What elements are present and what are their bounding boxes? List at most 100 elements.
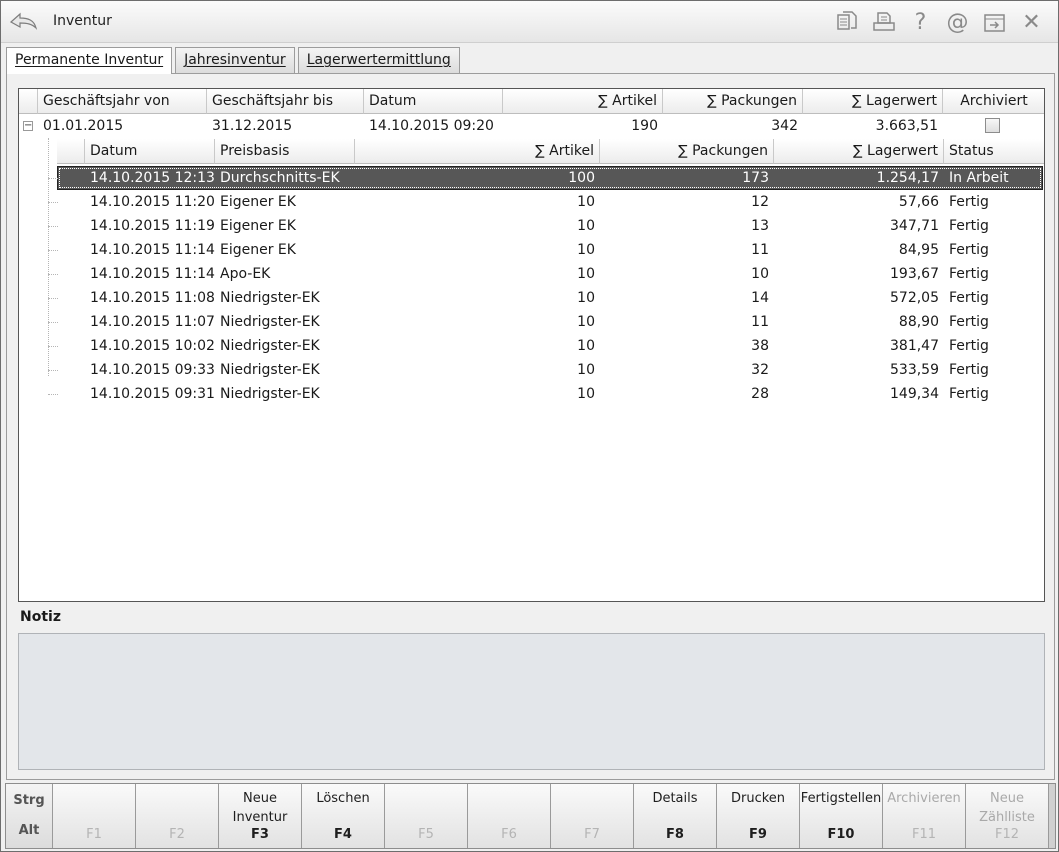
sub-col-header-packungen[interactable]: ∑ Packungen bbox=[600, 139, 774, 164]
cell-preisbasis: Niedrigster-EK bbox=[220, 386, 320, 402]
fkey-f9-button[interactable]: Drucken F9 bbox=[717, 784, 800, 848]
cell-status: Fertig bbox=[949, 290, 989, 306]
table-row[interactable]: 14.10.2015 09:31 Niedrigster-EK 10 28 149,34… bbox=[19, 382, 1044, 406]
archiviert-checkbox[interactable] bbox=[985, 118, 1000, 133]
fkey-f10-button[interactable]: Fertigstellen F10 bbox=[800, 784, 883, 848]
copy-icon[interactable] bbox=[828, 7, 865, 37]
tree-branch bbox=[48, 322, 58, 323]
cell-preisbasis: Niedrigster-EK bbox=[220, 338, 320, 354]
col-header-packungen[interactable]: ∑ Packungen bbox=[663, 89, 803, 114]
table-row[interactable]: 14.10.2015 09:33 Niedrigster-EK 10 32 533,59… bbox=[19, 358, 1044, 382]
sub-col-header-lagerwert[interactable]: ∑ Lagerwert bbox=[774, 139, 944, 164]
cell-datum: 14.10.2015 09:20 bbox=[369, 118, 494, 134]
col-header-lagerwert[interactable]: ∑ Lagerwert bbox=[803, 89, 943, 114]
fkey-code: F2 bbox=[169, 827, 185, 842]
fkey-f6-button[interactable]: F6 bbox=[468, 784, 551, 848]
sub-col-header-status[interactable]: Status bbox=[944, 139, 1044, 164]
fkey-label: Fertigstellen bbox=[800, 791, 882, 806]
cell-lagerwert: 572,05 bbox=[890, 290, 939, 306]
help-icon[interactable]: ? bbox=[902, 7, 939, 37]
collapse-icon[interactable]: − bbox=[23, 121, 33, 131]
cell-datum: 14.10.2015 12:13 bbox=[90, 170, 215, 186]
table-row[interactable]: − 01.01.2015 31.12.2015 14.10.2015 09:20… bbox=[19, 114, 1044, 138]
cell-artikel: 10 bbox=[577, 218, 595, 234]
fkey-f12-button[interactable]: Neue Zählliste F12 bbox=[966, 784, 1049, 848]
tab-strip: Permanente Inventur Jahresinventur Lager… bbox=[6, 47, 463, 74]
cell-artikel: 10 bbox=[577, 386, 595, 402]
fkey-f1-button[interactable]: F1 bbox=[53, 784, 136, 848]
sub-col-header-artikel[interactable]: ∑ Artikel bbox=[355, 139, 600, 164]
cell-artikel: 10 bbox=[577, 290, 595, 306]
fkey-f4-button[interactable]: Löschen F4 bbox=[302, 784, 385, 848]
table-row[interactable]: 14.10.2015 11:20 Eigener EK 10 12 57,66 Ferti… bbox=[19, 190, 1044, 214]
cell-packungen: 12 bbox=[751, 194, 769, 210]
notiz-textarea[interactable] bbox=[18, 633, 1045, 770]
fkey-label: Neue Zählliste bbox=[979, 791, 1035, 825]
inventur-window: Inventur ? @ ✕ Permanente Inventur Jahre… bbox=[0, 0, 1059, 852]
cell-datum: 14.10.2015 11:14 bbox=[90, 266, 215, 282]
print-icon[interactable] bbox=[865, 7, 902, 37]
table-row[interactable]: 14.10.2015 12:13 Durchschnitts-EK 100 173 1.… bbox=[19, 166, 1044, 190]
cell-packungen: 11 bbox=[751, 242, 769, 258]
fkey-label: Details bbox=[652, 791, 698, 806]
cell-status: In Arbeit bbox=[949, 170, 1009, 186]
tree-branch bbox=[48, 226, 58, 227]
table-row[interactable]: 14.10.2015 11:07 Niedrigster-EK 10 11 88,90 F… bbox=[19, 310, 1044, 334]
function-key-bar: Strg Alt F1 F2 Neue Inventur F3 Löschen F4 F5 F… bbox=[5, 783, 1056, 849]
col-header-geschaeftsjahr-bis[interactable]: Geschäftsjahr bis bbox=[207, 89, 364, 114]
cell-packungen: 14 bbox=[751, 290, 769, 306]
col-header-datum[interactable]: Datum bbox=[364, 89, 503, 114]
grid-header-spacer bbox=[19, 89, 38, 114]
back-arrow-icon[interactable] bbox=[7, 7, 39, 35]
cell-preisbasis: Niedrigster-EK bbox=[220, 314, 320, 330]
table-row[interactable]: 14.10.2015 10:02 Niedrigster-EK 10 38 381,47… bbox=[19, 334, 1044, 358]
cell-preisbasis: Durchschnitts-EK bbox=[220, 170, 340, 186]
fkey-code: F5 bbox=[418, 827, 434, 842]
fkey-f5-button[interactable]: F5 bbox=[385, 784, 468, 848]
fkey-f2-button[interactable]: F2 bbox=[136, 784, 219, 848]
tree-branch bbox=[48, 346, 58, 347]
tab-lagerwertermittlung[interactable]: Lagerwertermittlung bbox=[297, 47, 460, 73]
fkey-f7-button[interactable]: F7 bbox=[551, 784, 634, 848]
col-header-artikel[interactable]: ∑ Artikel bbox=[503, 89, 663, 114]
fkey-f8-button[interactable]: Details F8 bbox=[634, 784, 717, 848]
cell-preisbasis: Apo-EK bbox=[220, 266, 271, 282]
tree-branch bbox=[48, 202, 58, 203]
cell-packungen: 342 bbox=[771, 118, 798, 134]
sub-col-header-datum[interactable]: Datum bbox=[85, 139, 215, 164]
cell-datum: 14.10.2015 11:20 bbox=[90, 194, 215, 210]
table-row[interactable]: 14.10.2015 11:08 Niedrigster-EK 10 14 572,05… bbox=[19, 286, 1044, 310]
fkey-code: F10 bbox=[827, 827, 855, 842]
cell-lagerwert: 193,67 bbox=[890, 266, 939, 282]
table-row[interactable]: 14.10.2015 11:19 Eigener EK 10 13 347,71 Fert… bbox=[19, 214, 1044, 238]
cell-lagerwert: 381,47 bbox=[890, 338, 939, 354]
table-row[interactable]: 14.10.2015 11:14 Apo-EK 10 10 193,67 Fertig bbox=[19, 262, 1044, 286]
tree-branch bbox=[48, 274, 58, 275]
at-icon[interactable]: @ bbox=[939, 7, 976, 37]
fkey-label: Drucken bbox=[730, 791, 786, 806]
fkey-label: Löschen bbox=[316, 791, 370, 806]
sub-col-header-preisbasis[interactable]: Preisbasis bbox=[215, 139, 355, 164]
col-header-geschaeftsjahr-von[interactable]: Geschäftsjahr von bbox=[38, 89, 207, 114]
title-bar: Inventur ? @ ✕ bbox=[1, 1, 1058, 43]
export-icon[interactable] bbox=[976, 7, 1013, 37]
cell-lagerwert: 3.663,51 bbox=[875, 118, 938, 134]
fkey-f11-button[interactable]: Archivieren F11 bbox=[883, 784, 966, 848]
cell-status: Fertig bbox=[949, 362, 989, 378]
tab-jahresinventur[interactable]: Jahresinventur bbox=[175, 47, 295, 73]
modifier-key-indicator[interactable]: Strg Alt bbox=[6, 784, 53, 848]
cell-bis: 31.12.2015 bbox=[212, 118, 293, 134]
cell-packungen: 13 bbox=[751, 218, 769, 234]
fkey-code: F4 bbox=[334, 827, 352, 842]
cell-artikel: 10 bbox=[577, 362, 595, 378]
close-icon[interactable]: ✕ bbox=[1013, 7, 1050, 37]
cell-lagerwert: 533,59 bbox=[890, 362, 939, 378]
col-header-archiviert[interactable]: Archiviert bbox=[943, 89, 1044, 114]
table-row[interactable]: 14.10.2015 11:14 Eigener EK 10 11 84,95 Ferti… bbox=[19, 238, 1044, 262]
cell-status: Fertig bbox=[949, 242, 989, 258]
cell-lagerwert: 57,66 bbox=[898, 194, 939, 210]
fkey-code: F12 bbox=[994, 827, 1020, 842]
tab-permanente-inventur[interactable]: Permanente Inventur bbox=[6, 47, 173, 74]
fkey-f3-button[interactable]: Neue Inventur F3 bbox=[219, 784, 302, 848]
fkey-code: F11 bbox=[911, 827, 937, 842]
